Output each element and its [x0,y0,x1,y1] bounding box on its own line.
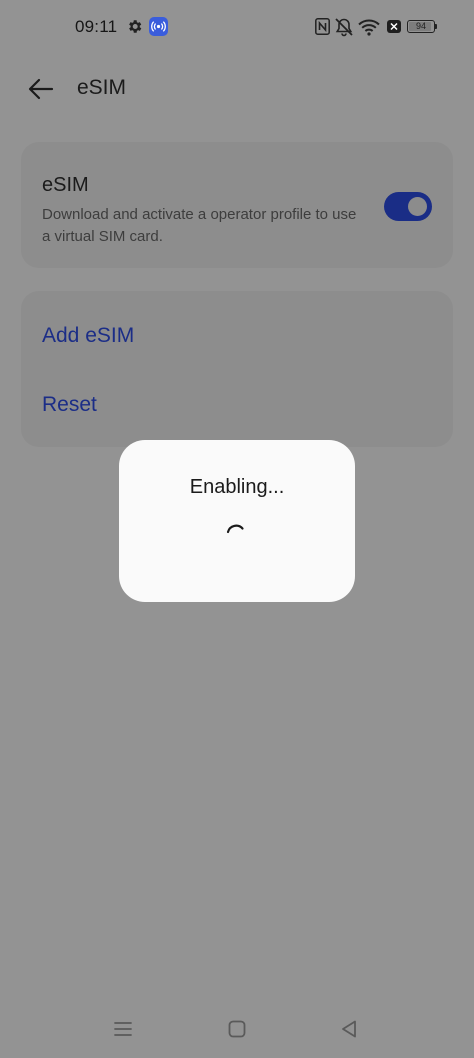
battery-icon: 94 [407,20,435,33]
toggle-knob [408,197,427,216]
esim-card: eSIM Download and activate a operator pr… [21,142,453,268]
esim-actions-card: Add eSIM Reset [21,291,453,447]
esim-title: eSIM [42,174,89,196]
esim-description: Download and activate a operator profile… [42,206,357,245]
page-title: eSIM [77,76,127,99]
gear-icon [129,20,142,33]
menu-icon[interactable] [112,1018,134,1040]
status-time: 09:11 [75,17,118,36]
home-square-icon[interactable] [226,1018,248,1040]
nfc-icon [315,18,330,35]
back-button[interactable] [24,72,58,106]
wifi-icon [358,19,380,36]
back-triangle-icon[interactable] [338,1018,360,1040]
navigation-bar [0,1000,474,1058]
esim-toggle[interactable] [384,192,432,221]
status-bar: 09:11 94 [0,0,474,56]
status-icons-right: 94 [304,0,474,56]
loading-spinner-icon [226,524,244,534]
arrow-left-icon [28,78,54,100]
enabling-dialog: Enabling... [119,440,355,602]
battery-percentage: 94 [415,21,426,31]
reset-button[interactable]: Reset [42,393,97,417]
battery-tip [435,24,437,29]
sim-x-icon [387,20,401,33]
dialog-message: Enabling... [189,476,285,498]
hotspot-icon [149,17,168,36]
add-esim-button[interactable]: Add eSIM [42,324,134,348]
mute-icon [335,18,353,37]
